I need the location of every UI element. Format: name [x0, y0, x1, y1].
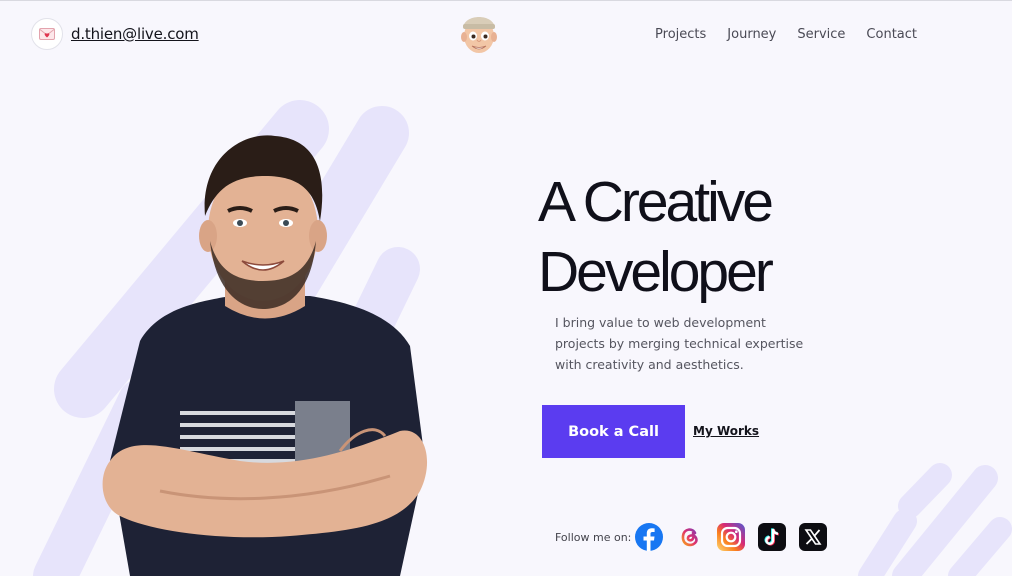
hero-description: I bring value to web development project…	[555, 315, 804, 372]
follow-label: Follow me on:	[555, 531, 632, 544]
mail-icon	[31, 18, 63, 50]
nav-journey[interactable]: Journey	[727, 27, 776, 42]
book-call-button[interactable]: Book a Call	[542, 405, 685, 458]
headline-line-2: Developer	[538, 240, 774, 304]
facebook-icon[interactable]	[635, 523, 663, 551]
nav-service[interactable]: Service	[797, 27, 845, 42]
my-works-link[interactable]: My Works	[693, 424, 759, 438]
email-link[interactable]: d.thien@live.com	[71, 25, 199, 43]
email-contact: d.thien@live.com	[31, 18, 199, 50]
nav-contact[interactable]: Contact	[866, 27, 917, 42]
threads-icon[interactable]	[676, 523, 704, 551]
main-nav: Projects Journey Service Contact	[655, 27, 917, 42]
nav-projects[interactable]: Projects	[655, 27, 706, 42]
hero-headline: A Creative Developer	[538, 167, 898, 307]
tiktok-icon[interactable]	[758, 523, 786, 551]
memoji-avatar[interactable]	[458, 9, 500, 57]
hero-portrait	[102, 135, 428, 576]
x-icon[interactable]	[799, 523, 827, 551]
social-links	[635, 523, 827, 551]
headline-line-1: A Creative	[538, 170, 774, 234]
instagram-icon[interactable]	[717, 523, 745, 551]
